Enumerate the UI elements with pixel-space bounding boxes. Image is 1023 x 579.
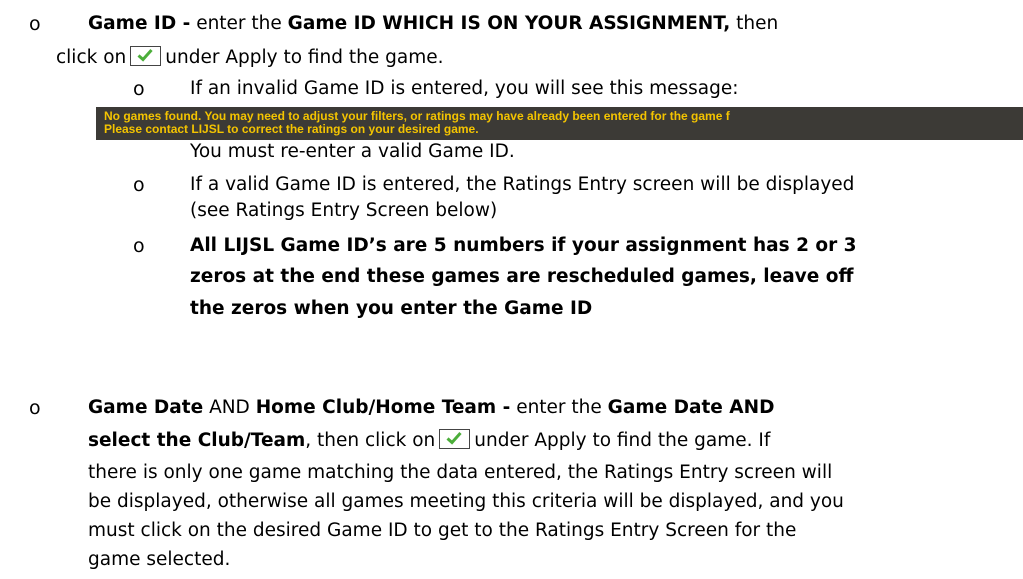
- sub-bullet-3: o: [133, 235, 145, 257]
- game-id-text2: then: [736, 13, 779, 34]
- note-line3: the zeros when you enter the Game ID: [190, 298, 593, 319]
- game-date-line4: be displayed, otherwise all games meetin…: [88, 491, 844, 512]
- apply-instruction-2: under Apply to find the game. If: [474, 430, 771, 451]
- click-on-text: click on: [56, 47, 127, 68]
- game-id-text1: enter the: [196, 13, 282, 34]
- invalid-id-text: If an invalid Game ID is entered, you wi…: [190, 78, 739, 99]
- game-id-line1: Game ID - enter the Game ID WHICH IS ON …: [88, 11, 778, 37]
- game-date-line2: select the Club/Team, then click on under…: [88, 428, 770, 454]
- game-date-text1: enter the: [516, 397, 602, 418]
- apply-checkbox-button[interactable]: [439, 429, 471, 449]
- checkmark-icon: [446, 431, 462, 445]
- game-id-label: Game ID -: [88, 13, 191, 34]
- game-date-line1: Game Date AND Home Club/Home Team - ente…: [88, 395, 774, 421]
- error-message-banner: No games found. You may need to adjust y…: [96, 107, 1023, 140]
- sub-bullet-2: o: [133, 174, 145, 196]
- home-club-label: Home Club/Home Team -: [255, 397, 511, 418]
- reenter-text: You must re-enter a valid Game ID.: [190, 141, 515, 162]
- valid-id-line2: (see Ratings Entry Screen below): [190, 200, 498, 221]
- then-click-text: , then click on: [305, 430, 436, 451]
- apply-checkbox-button[interactable]: [130, 46, 162, 66]
- apply-instruction: under Apply to find the game.: [165, 47, 444, 68]
- select-club-label: select the Club/Team: [88, 430, 306, 451]
- error-line-2: Please contact LIJSL to correct the rati…: [104, 122, 479, 136]
- note-line1: All LIJSL Game ID’s are 5 numbers if you…: [190, 235, 857, 256]
- and-text: AND: [209, 397, 250, 418]
- note-line2: zeros at the end these games are resched…: [190, 266, 854, 287]
- game-date-and-label: Game Date AND: [607, 397, 775, 418]
- bullet-game-date: o: [29, 397, 41, 419]
- game-date-line6: game selected.: [88, 549, 231, 570]
- bullet-game-id: o: [29, 13, 41, 35]
- checkmark-icon: [137, 48, 153, 62]
- game-date-line5: must click on the desired Game ID to get…: [88, 520, 797, 541]
- game-id-line2: click on under Apply to find the game.: [56, 45, 444, 71]
- valid-id-line1: If a valid Game ID is entered, the Ratin…: [190, 174, 855, 195]
- game-id-label2: Game ID WHICH IS ON YOUR ASSIGNMENT,: [287, 13, 731, 34]
- sub-bullet-1: o: [133, 78, 145, 100]
- game-date-line3: there is only one game matching the data…: [88, 462, 833, 483]
- game-date-label: Game Date: [88, 397, 204, 418]
